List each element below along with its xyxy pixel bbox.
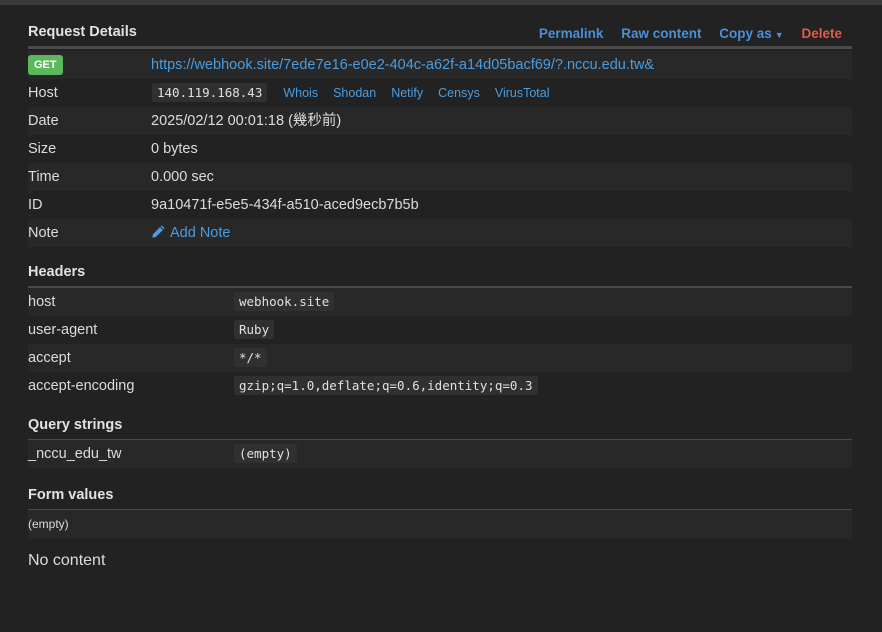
form-values-header: Form values — [28, 481, 852, 512]
note-row: Note Add Note — [28, 219, 852, 247]
pencil-icon — [152, 225, 165, 238]
section-title: Query strings — [28, 417, 123, 433]
copy-as-dropdown[interactable]: Copy as ▼ — [719, 26, 783, 41]
method-badge: GET — [28, 55, 63, 75]
query-strings-header: Query strings — [28, 411, 852, 442]
header-key: host — [28, 294, 56, 310]
raw-content-link[interactable]: Raw content — [621, 26, 701, 41]
section-title: Headers — [28, 264, 86, 280]
headers-header: Headers — [28, 258, 852, 289]
add-note-button[interactable]: Add Note — [151, 219, 230, 247]
shodan-link[interactable]: Shodan — [333, 86, 376, 100]
time-label: Time — [28, 169, 60, 185]
table-row: user-agent Ruby — [28, 316, 852, 344]
id-label: ID — [28, 197, 43, 213]
query-value-code: (empty) — [234, 444, 297, 463]
form-empty: (empty) — [28, 517, 69, 531]
netify-link[interactable]: Netify — [391, 86, 423, 100]
copy-as-label: Copy as — [719, 26, 772, 41]
header-value-code: */* — [234, 348, 267, 367]
table-row: host webhook.site — [28, 288, 852, 316]
date-label: Date — [28, 113, 59, 129]
request-details-header: Request Details Permalink Raw content Co… — [28, 18, 852, 49]
request-url-link[interactable]: https://webhook.site/7ede7e16-e0e2-404c-… — [151, 51, 654, 79]
headers-table: host webhook.site user-agent Ruby accept… — [28, 288, 852, 400]
request-details-table: GET https://webhook.site/7ede7e16-e0e2-4… — [28, 51, 852, 247]
whois-link[interactable]: Whois — [283, 86, 318, 100]
header-key: accept-encoding — [28, 378, 135, 394]
table-row: _nccu_edu_tw (empty) — [28, 440, 852, 468]
id-value: 9a10471f-e5e5-434f-a510-aced9ecb7b5b — [151, 197, 419, 213]
header-value: webhook.site — [234, 288, 335, 316]
header-value: Ruby — [234, 316, 275, 344]
header-value: gzip;q=1.0,deflate;q=0.6,identity;q=0.3 — [234, 372, 538, 400]
top-border — [0, 0, 882, 5]
note-label: Note — [28, 225, 59, 241]
host-ip: 140.119.168.43 — [152, 83, 268, 102]
table-row: accept */* — [28, 344, 852, 372]
header-key: accept — [28, 350, 71, 366]
header-value-code: webhook.site — [234, 292, 335, 311]
header-value-code: gzip;q=1.0,deflate;q=0.6,identity;q=0.3 — [234, 376, 538, 395]
size-row: Size 0 bytes — [28, 135, 852, 163]
query-value: (empty) — [234, 440, 297, 468]
table-row: accept-encoding gzip;q=1.0,deflate;q=0.6… — [28, 372, 852, 400]
size-value: 0 bytes — [151, 141, 198, 157]
caret-down-icon: ▼ — [774, 30, 784, 40]
section-title: Form values — [28, 487, 114, 503]
censys-link[interactable]: Censys — [438, 86, 480, 100]
query-strings-table: _nccu_edu_tw (empty) — [28, 440, 852, 468]
delete-link[interactable]: Delete — [801, 26, 842, 41]
header-value-code: Ruby — [234, 320, 275, 339]
time-row: Time 0.000 sec — [28, 163, 852, 191]
virustotal-link[interactable]: VirusTotal — [495, 86, 550, 100]
id-row: ID 9a10471f-e5e5-434f-a510-aced9ecb7b5b — [28, 191, 852, 219]
section-title: Request Details — [28, 24, 137, 40]
header-value: */* — [234, 344, 267, 372]
add-note-label: Add Note — [170, 225, 231, 241]
request-url-row: GET https://webhook.site/7ede7e16-e0e2-4… — [28, 51, 852, 79]
query-key: _nccu_edu_tw — [28, 446, 122, 462]
table-row: (empty) — [28, 510, 852, 538]
host-row: Host 140.119.168.43 Whois Shodan Netify Cens… — [28, 79, 852, 107]
time-value: 0.000 sec — [151, 169, 214, 185]
form-values-table: (empty) — [28, 510, 852, 538]
size-label: Size — [28, 141, 57, 157]
request-actions: Permalink Raw content Copy as ▼ Delete — [525, 26, 842, 41]
host-value: 140.119.168.43 Whois Shodan Netify Censys Vir… — [152, 79, 550, 107]
permalink-link[interactable]: Permalink — [539, 26, 604, 41]
header-key: user-agent — [28, 322, 98, 338]
date-value: 2025/02/12 00:01:18 (幾秒前) — [151, 113, 342, 129]
request-body: No content — [28, 552, 106, 569]
date-row: Date 2025/02/12 00:01:18 (幾秒前) — [28, 107, 852, 135]
host-label: Host — [28, 85, 58, 101]
